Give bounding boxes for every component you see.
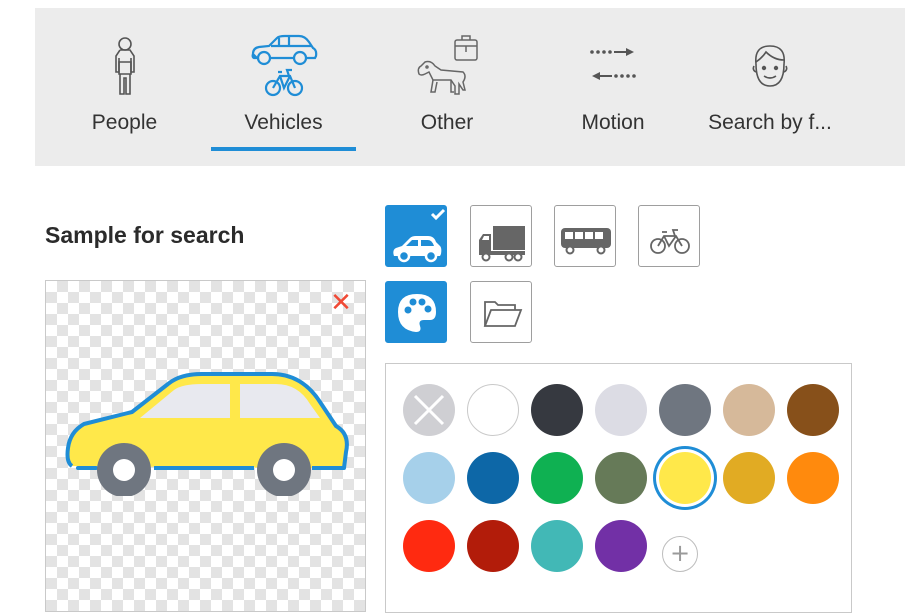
vehicle-type-bus-button[interactable] bbox=[554, 205, 616, 267]
tab-people[interactable]: People bbox=[77, 8, 172, 166]
face-icon bbox=[750, 42, 790, 95]
color-swatch-olive[interactable] bbox=[595, 452, 647, 504]
active-tab-indicator bbox=[211, 147, 356, 151]
car-icon bbox=[393, 208, 446, 263]
dog-luggage-icon bbox=[415, 32, 479, 103]
color-swatch-beige[interactable] bbox=[723, 384, 775, 436]
any-color-icon bbox=[413, 394, 445, 426]
bicycle-icon bbox=[650, 229, 690, 254]
color-palette-panel: + bbox=[385, 363, 852, 613]
color-swatch-gray[interactable] bbox=[659, 384, 711, 436]
tab-search-by-face-label: Search by f... bbox=[708, 111, 832, 134]
tab-motion[interactable]: Motion bbox=[565, 8, 661, 166]
vehicle-type-truck-button[interactable] bbox=[470, 205, 532, 267]
color-swatch-teal[interactable] bbox=[531, 520, 583, 572]
color-swatch-yellow[interactable] bbox=[659, 452, 711, 504]
sample-image-box[interactable]: ✕ bbox=[45, 280, 366, 612]
color-swatch-red[interactable] bbox=[403, 520, 455, 572]
bus-icon bbox=[561, 228, 611, 255]
sample-title: Sample for search bbox=[45, 222, 245, 248]
search-type-tabs: People Vehicles Other Motion Search by f… bbox=[35, 8, 905, 166]
color-swatch-blue[interactable] bbox=[467, 452, 519, 504]
motion-arrows-icon bbox=[588, 42, 638, 91]
color-swatch-dark-red[interactable] bbox=[467, 520, 519, 572]
add-color-button[interactable]: + bbox=[662, 536, 698, 572]
person-icon bbox=[108, 36, 142, 103]
color-swatch-brown[interactable] bbox=[787, 384, 839, 436]
color-mode-button[interactable] bbox=[385, 281, 447, 343]
car-bicycle-icon bbox=[249, 32, 319, 105]
tab-search-by-face[interactable]: Search by f... bbox=[695, 8, 845, 166]
tab-other-label: Other bbox=[420, 111, 474, 134]
tab-vehicles-label: Vehicles bbox=[244, 111, 323, 134]
palette-icon bbox=[398, 294, 436, 332]
vehicle-type-bicycle-button[interactable] bbox=[638, 205, 700, 267]
color-swatch-black[interactable] bbox=[531, 384, 583, 436]
tab-other[interactable]: Other bbox=[401, 8, 493, 166]
car-icon bbox=[62, 366, 352, 501]
tab-vehicles[interactable]: Vehicles bbox=[211, 8, 356, 166]
color-swatch-green[interactable] bbox=[531, 452, 583, 504]
clear-sample-button[interactable]: ✕ bbox=[329, 290, 353, 316]
open-file-button[interactable] bbox=[470, 281, 532, 343]
color-swatch-light-blue[interactable] bbox=[403, 452, 455, 504]
color-swatch-gold[interactable] bbox=[723, 452, 775, 504]
vehicle-type-car-button[interactable] bbox=[385, 205, 447, 267]
color-swatch-orange[interactable] bbox=[787, 452, 839, 504]
tab-people-label: People bbox=[91, 111, 158, 134]
color-swatch-white[interactable] bbox=[467, 384, 519, 436]
tab-motion-label: Motion bbox=[581, 111, 645, 134]
color-swatch-any[interactable] bbox=[403, 384, 455, 436]
folder-icon bbox=[483, 301, 523, 327]
truck-icon bbox=[479, 226, 525, 262]
color-swatch-light-gray[interactable] bbox=[595, 384, 647, 436]
color-swatch-purple[interactable] bbox=[595, 520, 647, 572]
